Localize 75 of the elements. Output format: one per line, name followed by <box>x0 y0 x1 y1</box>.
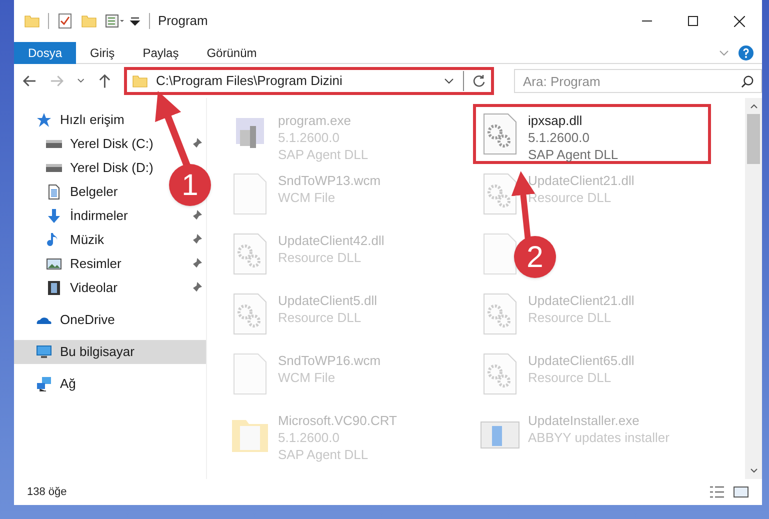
sidebar-label: Belgeler <box>70 183 119 202</box>
item-count: 138 öğe <box>27 484 67 500</box>
sidebar-item[interactable]: İndirmeler <box>14 204 164 228</box>
file-detail: ABBYY updates installer <box>528 429 670 446</box>
details-view-icon[interactable] <box>709 484 725 500</box>
document-icon <box>46 184 62 200</box>
download-arrow-icon <box>46 208 62 224</box>
file-detail: Resource DLL <box>528 309 612 326</box>
sidebar-label: Yerel Disk (C:) <box>70 135 154 154</box>
picture-icon <box>46 256 62 272</box>
close-icon <box>734 16 744 26</box>
sidebar-label: Ağ <box>60 375 77 394</box>
checklist-icon[interactable] <box>57 13 73 29</box>
scroll-down-icon[interactable] <box>750 467 758 475</box>
file-detail: SAP Agent DLL <box>278 446 370 463</box>
file-detail: Resource DLL <box>528 189 612 206</box>
file-detail: WCM File <box>278 189 336 206</box>
dropdown-caret-icon[interactable] <box>129 15 141 27</box>
file-detail: WCM File <box>278 369 336 386</box>
sidebar-label: Videolar <box>70 279 118 298</box>
sidebar-label: Yerel Disk (D:) <box>70 159 154 178</box>
folder-icon <box>132 73 148 89</box>
sidebar-item[interactable]: Yerel Disk (C:) <box>14 132 164 156</box>
file-detail: SAP Agent DLL <box>278 146 368 163</box>
sidebar-item[interactable]: Videolar <box>14 276 164 300</box>
ribbon-tab[interactable]: Dosya <box>14 42 76 64</box>
address-path: C:\Program Files\Program Dizini <box>156 72 344 90</box>
star-icon <box>36 112 52 128</box>
back-arrow-icon[interactable] <box>22 73 38 89</box>
ribbon-tab[interactable]: Giriş <box>76 42 129 64</box>
drive-icon <box>46 164 62 172</box>
monitor-icon <box>36 344 52 360</box>
file-detail: 5.1.2600.0 <box>278 429 340 446</box>
scroll-thumb[interactable] <box>747 114 760 164</box>
sidebar-label: OneDrive <box>60 311 116 330</box>
file-detail: 5.1.2600.0 <box>278 129 340 146</box>
sidebar-label: Resimler <box>70 255 122 274</box>
thumbnail-view-icon[interactable] <box>733 484 749 500</box>
refresh-icon[interactable] <box>472 74 486 88</box>
ribbon-tab[interactable]: Paylaş <box>128 42 193 64</box>
file-detail: SAP Agent DLL <box>528 146 618 163</box>
sidebar-item[interactable]: Belgeler <box>14 180 164 204</box>
scroll-up-icon[interactable] <box>750 102 758 110</box>
properties-icon[interactable] <box>105 13 125 29</box>
sidebar-item[interactable]: Resimler <box>14 252 164 276</box>
help-icon[interactable] <box>738 44 754 60</box>
file-detail: Resource DLL <box>278 309 362 326</box>
network-icon <box>36 376 52 392</box>
up-arrow-icon[interactable] <box>96 73 112 89</box>
search-icon <box>740 74 754 88</box>
scrollbar[interactable] <box>745 98 762 479</box>
search-field[interactable]: Ara: Program <box>514 69 762 93</box>
new-folder-icon <box>81 13 97 29</box>
window-title: Program <box>158 12 208 30</box>
maximize-icon <box>688 16 698 26</box>
sidebar-label: Bu bilgisayar <box>60 343 136 362</box>
sidebar-item[interactable]: OneDrive <box>14 308 206 332</box>
file-detail: Resource DLL <box>278 249 362 266</box>
ribbon-tab[interactable]: Görünüm <box>192 42 271 64</box>
file-name[interactable]: ipxsap.dll <box>528 112 618 129</box>
file-detail: 5.1.2600.0 <box>528 129 590 146</box>
recent-caret-icon[interactable] <box>76 77 85 85</box>
film-icon <box>46 280 62 296</box>
sidebar-item[interactable]: Hızlı erişim <box>14 108 206 132</box>
sidebar-label: Müzik <box>70 231 105 250</box>
file-detail: Resource DLL <box>528 369 612 386</box>
folder-icon <box>24 13 40 29</box>
sidebar-label: İndirmeler <box>70 207 129 226</box>
sidebar-item[interactable]: Bu bilgisayar <box>14 340 206 364</box>
drive-icon <box>46 140 62 148</box>
sidebar-item[interactable]: Müzik <box>14 228 164 252</box>
sidebar-label: Hızlı erişim <box>60 111 126 130</box>
sidebar-item[interactable]: Ağ <box>14 372 206 396</box>
sidebar-item[interactable]: Yerel Disk (D:) <box>14 156 164 180</box>
address-field[interactable]: C:\Program Files\Program Dizini <box>128 71 490 91</box>
